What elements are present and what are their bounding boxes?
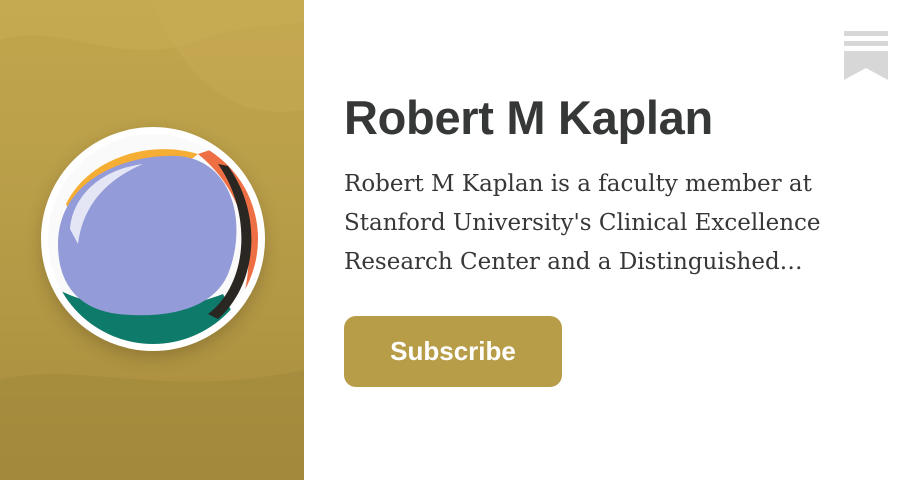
avatar	[41, 127, 265, 351]
brand-panel	[0, 0, 304, 480]
publication-title: Robert M Kaplan	[344, 91, 713, 144]
bookmark-icon[interactable]	[844, 31, 888, 80]
publication-description: Robert M Kaplan is a faculty member at S…	[344, 165, 864, 285]
publication-card: Robert M Kaplan Robert M Kaplan is a fac…	[0, 0, 920, 480]
description-line: Robert M Kaplan is a faculty member at	[344, 171, 812, 197]
description-line: Stanford University's Clinical Excellenc…	[344, 210, 821, 236]
description-line: Research Center and a Distinguished…	[344, 249, 803, 275]
subscribe-button[interactable]: Subscribe	[344, 316, 562, 387]
publication-logo	[48, 134, 258, 344]
